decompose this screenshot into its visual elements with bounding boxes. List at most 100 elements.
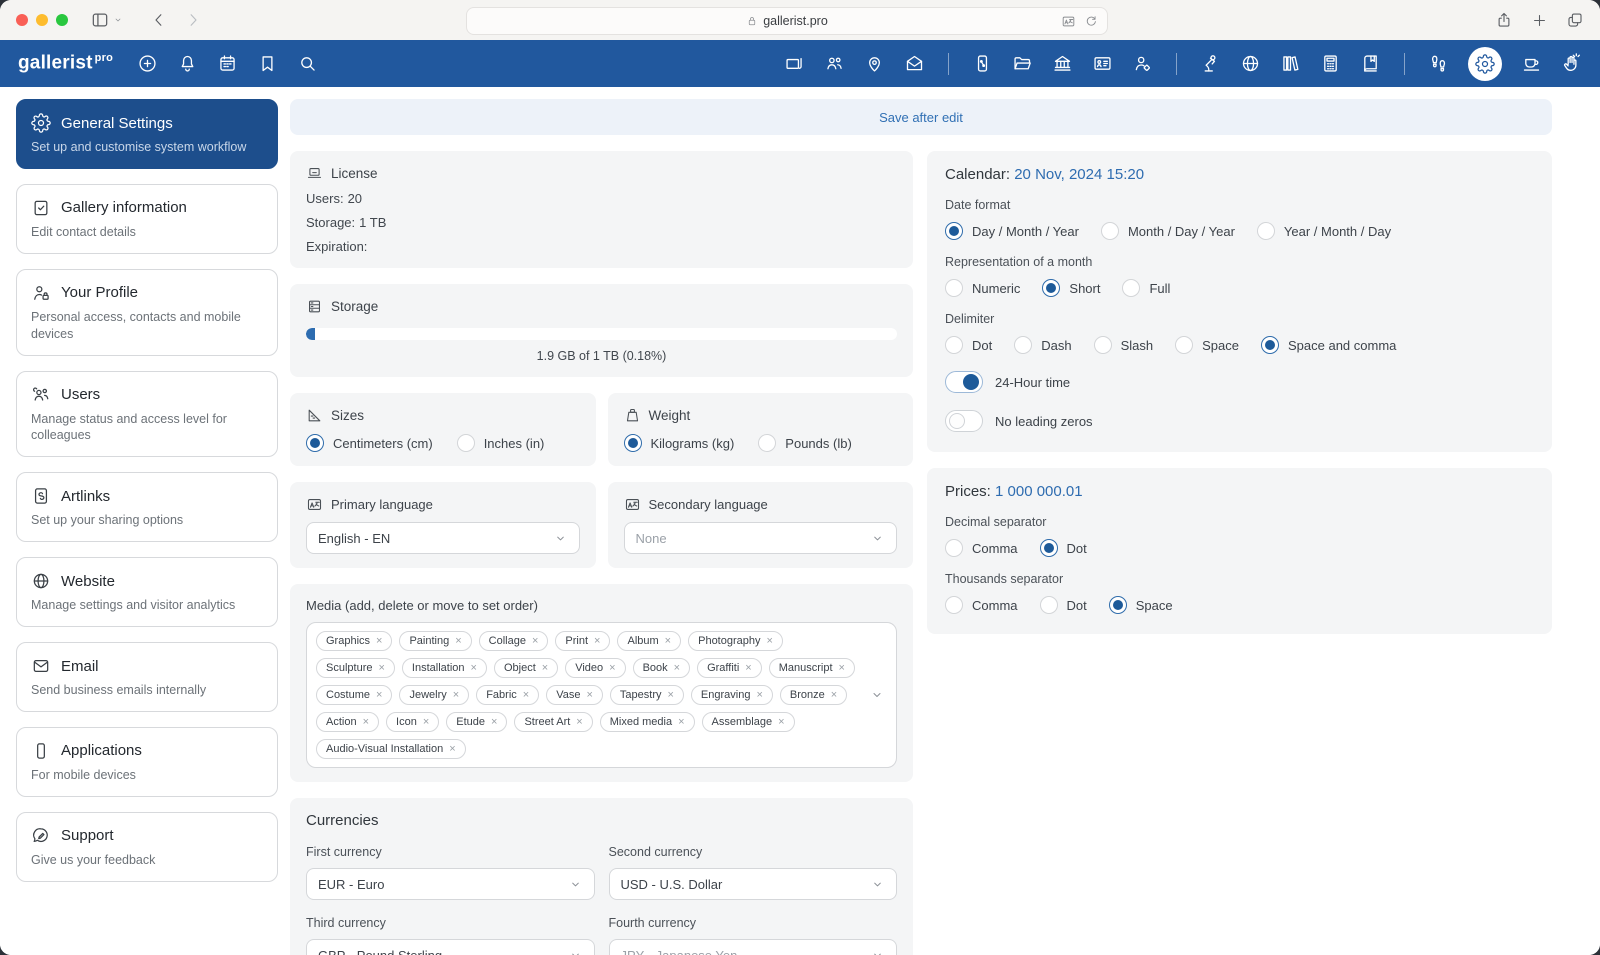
secondary-language-select[interactable]: None (624, 522, 898, 554)
no-leading-zeros-toggle[interactable] (945, 410, 983, 432)
calendar-delimiter-radio-space-and-comma[interactable]: Space and comma (1261, 336, 1396, 354)
sidebar-item-support[interactable]: SupportGive us your feedback (16, 812, 278, 882)
media-tag-bronze[interactable]: Bronze× (780, 685, 847, 705)
remove-tag-icon[interactable]: × (532, 635, 538, 647)
media-tag-jewelry[interactable]: Jewelry× (399, 685, 469, 705)
media-tag-graphics[interactable]: Graphics× (316, 631, 392, 651)
media-tag-fabric[interactable]: Fabric× (476, 685, 539, 705)
remove-tag-icon[interactable]: × (586, 689, 592, 701)
back-button[interactable] (150, 11, 168, 29)
gear-icon-active[interactable] (1468, 47, 1502, 81)
media-tag-mixed-media[interactable]: Mixed media× (600, 712, 695, 732)
library-books-icon[interactable] (1280, 53, 1301, 74)
prices-thousands-separator-radio-dot[interactable]: Dot (1040, 596, 1087, 614)
sidebar-item-users[interactable]: UsersManage status and access level for … (16, 371, 278, 458)
remove-tag-icon[interactable]: × (491, 716, 497, 728)
translate-page-icon[interactable] (1061, 14, 1076, 29)
sidebar-toggle-icon[interactable] (90, 10, 124, 30)
24-hour-time-toggle[interactable] (945, 371, 983, 393)
media-tag-graffiti[interactable]: Graffiti× (697, 658, 762, 678)
media-tag-painting[interactable]: Painting× (399, 631, 471, 651)
museum-icon[interactable] (1052, 53, 1073, 74)
media-tag-etude[interactable]: Etude× (446, 712, 507, 732)
remove-tag-icon[interactable]: × (839, 662, 845, 674)
coffee-tray-icon[interactable] (1521, 53, 1542, 74)
media-tag-engraving[interactable]: Engraving× (691, 685, 773, 705)
calendar-representation-of-a-month-radio-numeric[interactable]: Numeric (945, 279, 1020, 297)
calendar-icon[interactable] (217, 53, 238, 74)
media-tag-sculpture[interactable]: Sculpture× (316, 658, 395, 678)
phone-document-icon[interactable] (972, 53, 993, 74)
tab-overview-icon[interactable] (1566, 11, 1584, 29)
remove-tag-icon[interactable]: × (523, 689, 529, 701)
calendar-date-format-radio-day-month-year[interactable]: Day / Month / Year (945, 222, 1079, 240)
weight-radio-kilograms-kg[interactable]: Kilograms (kg) (624, 434, 735, 452)
artwork-frame-icon[interactable] (784, 53, 805, 74)
prices-thousands-separator-radio-comma[interactable]: Comma (945, 596, 1018, 614)
media-tag-vase[interactable]: Vase× (546, 685, 603, 705)
calendar-delimiter-radio-dot[interactable]: Dot (945, 336, 992, 354)
calculator-icon[interactable] (1320, 53, 1341, 74)
sizes-radio-inches-in[interactable]: Inches (in) (457, 434, 545, 452)
desk-lamp-icon[interactable] (1200, 53, 1221, 74)
footprints-icon[interactable] (1428, 53, 1449, 74)
sidebar-item-your-profile[interactable]: Your ProfilePersonal access, contacts an… (16, 269, 278, 356)
person-tag-icon[interactable] (1132, 53, 1153, 74)
media-tag-video[interactable]: Video× (565, 658, 625, 678)
sidebar-item-website[interactable]: WebsiteManage settings and visitor analy… (16, 557, 278, 627)
remove-tag-icon[interactable]: × (594, 635, 600, 647)
calendar-delimiter-radio-dash[interactable]: Dash (1014, 336, 1071, 354)
prices-thousands-separator-radio-space[interactable]: Space (1109, 596, 1173, 614)
media-tag-installation[interactable]: Installation× (402, 658, 487, 678)
reload-icon[interactable] (1084, 14, 1098, 28)
sizes-radio-centimeters-cm[interactable]: Centimeters (cm) (306, 434, 433, 452)
sidebar-item-email[interactable]: EmailSend business emails internally (16, 642, 278, 712)
weight-radio-pounds-lb[interactable]: Pounds (lb) (758, 434, 851, 452)
first-currency-select[interactable]: EUR - Euro (306, 868, 595, 900)
app-logo[interactable]: galleristpro (18, 52, 113, 74)
catalog-book-icon[interactable] (1360, 53, 1381, 74)
second-currency-select[interactable]: USD - U.S. Dollar (609, 868, 898, 900)
chevron-down-icon[interactable] (869, 687, 885, 703)
search-icon[interactable] (297, 53, 318, 74)
sidebar-item-artlinks[interactable]: ArtlinksSet up your sharing options (16, 472, 278, 542)
remove-tag-icon[interactable]: × (831, 689, 837, 701)
remove-tag-icon[interactable]: × (576, 716, 582, 728)
media-tag-street-art[interactable]: Street Art× (514, 712, 592, 732)
mail-artwork-icon[interactable] (904, 53, 925, 74)
remove-tag-icon[interactable]: × (778, 716, 784, 728)
close-window-button[interactable] (16, 14, 28, 26)
remove-tag-icon[interactable]: × (674, 662, 680, 674)
location-pin-icon[interactable] (864, 53, 885, 74)
remove-tag-icon[interactable]: × (376, 689, 382, 701)
calendar-representation-of-a-month-radio-full[interactable]: Full (1122, 279, 1170, 297)
media-tag-action[interactable]: Action× (316, 712, 379, 732)
remove-tag-icon[interactable]: × (609, 662, 615, 674)
remove-tag-icon[interactable]: × (678, 716, 684, 728)
remove-tag-icon[interactable]: × (453, 689, 459, 701)
calendar-date-format-radio-year-month-day[interactable]: Year / Month / Day (1257, 222, 1391, 240)
folder-open-icon[interactable] (1012, 53, 1033, 74)
sidebar-item-general-settings[interactable]: General SettingsSet up and customise sys… (16, 99, 278, 169)
media-tag-audio-visual-installation[interactable]: Audio-Visual Installation× (316, 739, 466, 759)
minimize-window-button[interactable] (36, 14, 48, 26)
calendar-representation-of-a-month-radio-short[interactable]: Short (1042, 279, 1100, 297)
people-icon[interactable] (824, 53, 845, 74)
prices-decimal-separator-radio-comma[interactable]: Comma (945, 539, 1018, 557)
media-tagbox[interactable]: Graphics×Painting×Collage×Print×Album×Ph… (306, 622, 897, 768)
bookmark-icon[interactable] (257, 53, 278, 74)
remove-tag-icon[interactable]: × (376, 635, 382, 647)
id-card-icon[interactable] (1092, 53, 1113, 74)
remove-tag-icon[interactable]: × (363, 716, 369, 728)
fourth-currency-select[interactable]: JPY - Japanese Yen (609, 939, 898, 955)
calendar-date-format-radio-month-day-year[interactable]: Month / Day / Year (1101, 222, 1235, 240)
media-tag-assemblage[interactable]: Assemblage× (702, 712, 795, 732)
forward-button[interactable] (184, 11, 202, 29)
remove-tag-icon[interactable]: × (449, 743, 455, 755)
calendar-delimiter-radio-space[interactable]: Space (1175, 336, 1239, 354)
media-tag-object[interactable]: Object× (494, 658, 558, 678)
media-tag-manuscript[interactable]: Manuscript× (769, 658, 855, 678)
remove-tag-icon[interactable]: × (667, 689, 673, 701)
sidebar-item-gallery-information[interactable]: Gallery informationEdit contact details (16, 184, 278, 254)
media-tag-print[interactable]: Print× (555, 631, 610, 651)
